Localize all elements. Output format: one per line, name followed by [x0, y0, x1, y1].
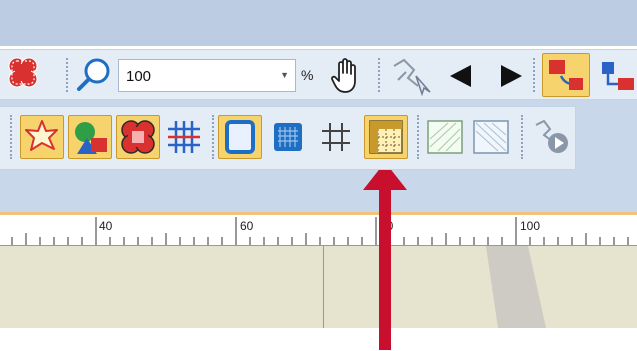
toolbar-separator — [66, 58, 70, 92]
toolbar-separator — [521, 115, 525, 159]
color-sort-alt-icon[interactable] — [596, 56, 637, 96]
fabric-icon[interactable] — [268, 117, 308, 157]
hoop-icon[interactable] — [218, 115, 262, 159]
zoom-icon[interactable] — [76, 56, 114, 94]
zoom-combobox[interactable]: 100 ▼ — [118, 59, 296, 92]
pan-hand-icon[interactable] — [330, 57, 362, 95]
previous-arrow-icon[interactable] — [447, 63, 475, 89]
ruler-label-60: 60 — [240, 219, 254, 233]
grid-icon[interactable] — [316, 117, 356, 157]
shape-select-icon[interactable] — [6, 55, 40, 91]
shapes-icon[interactable] — [68, 115, 112, 159]
title-band — [0, 0, 637, 46]
color-sort-icon[interactable] — [542, 53, 590, 97]
stitch-player-icon[interactable] — [530, 117, 574, 157]
hatch-fill-icon[interactable] — [424, 117, 468, 157]
appliqué-icon[interactable] — [20, 115, 64, 159]
annotation-arrow — [355, 160, 415, 350]
toolbar-separator — [10, 115, 14, 159]
grid-fill-icon[interactable] — [164, 117, 204, 157]
guide-line — [323, 246, 324, 328]
fill-design-icon[interactable] — [116, 115, 160, 159]
horizontal-ruler: 40 60 80 100 — [0, 215, 637, 246]
toolbar-separator — [212, 115, 216, 159]
next-arrow-icon[interactable] — [497, 63, 525, 89]
app-window: 100 ▼ % 40 60 100 — [0, 0, 637, 351]
zoom-unit-label: % — [301, 67, 314, 83]
zoom-value: 100 — [126, 68, 152, 85]
ruler-label-40: 40 — [99, 219, 113, 233]
toolbar-separator — [378, 58, 382, 92]
toolbar-separator — [533, 58, 537, 92]
ruler-grid-icon[interactable] — [364, 115, 408, 159]
hatch-fill-alt-icon[interactable] — [470, 117, 514, 157]
magic-wand-icon[interactable] — [390, 56, 434, 96]
ruler-label-100: 100 — [520, 219, 541, 233]
toolbar-separator — [417, 115, 421, 159]
chevron-down-icon[interactable]: ▼ — [280, 70, 289, 80]
